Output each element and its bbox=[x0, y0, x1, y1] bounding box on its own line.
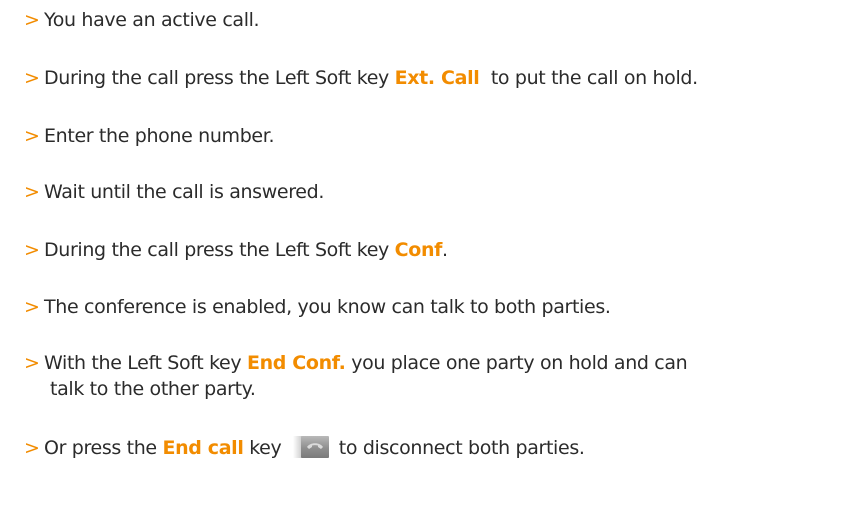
step-8: > Or press the End call key to disconnect… bbox=[24, 435, 585, 461]
step-text: During the call press the Left Soft key bbox=[44, 239, 395, 261]
bullet-arrow: > bbox=[24, 9, 40, 31]
step-text: With the Left Soft key bbox=[44, 352, 247, 374]
step-text: Enter the phone number. bbox=[44, 125, 275, 147]
end-conf-key-label: End Conf. bbox=[246, 352, 346, 374]
step-text: Wait until the call is answered. bbox=[44, 181, 325, 203]
step-text: The conference is enabled, you know can … bbox=[44, 296, 611, 318]
bullet-arrow: > bbox=[24, 437, 40, 459]
bullet-arrow: > bbox=[24, 239, 40, 261]
handset-icon bbox=[307, 443, 324, 449]
step-text: you place one party on hold and can bbox=[345, 352, 688, 374]
step-2: > During the call press the Left Soft key… bbox=[24, 65, 698, 91]
step-text: to disconnect both parties. bbox=[333, 437, 585, 459]
end-call-key-label: End call bbox=[162, 437, 244, 459]
bullet-arrow: > bbox=[24, 352, 40, 374]
step-1: > You have an active call. bbox=[24, 7, 260, 33]
bullet-arrow: > bbox=[24, 181, 40, 203]
end-call-key-icon bbox=[293, 436, 330, 458]
step-text: You have an active call. bbox=[44, 9, 260, 31]
bullet-arrow: > bbox=[24, 125, 40, 147]
bullet-arrow: > bbox=[24, 67, 40, 89]
step-text: key bbox=[243, 437, 288, 459]
step-5: > During the call press the Left Soft key… bbox=[24, 237, 448, 263]
step-text: During the call press the Left Soft key bbox=[44, 67, 395, 89]
ext-call-key-label: Ext. Call bbox=[394, 67, 480, 89]
step-text: . bbox=[442, 239, 448, 261]
step-6: > The conference is enabled, you know can… bbox=[24, 294, 611, 320]
conf-key-label: Conf bbox=[394, 239, 443, 261]
step-text: Or press the bbox=[44, 437, 163, 459]
step-3: > Enter the phone number. bbox=[24, 123, 275, 149]
step-text-continued: talk to the other party. bbox=[50, 378, 256, 400]
bullet-arrow: > bbox=[24, 296, 40, 318]
step-7: > With the Left Soft key End Conf. you pl… bbox=[24, 350, 688, 402]
step-4: > Wait until the call is answered. bbox=[24, 179, 324, 205]
step-text: to put the call on hold. bbox=[479, 67, 698, 89]
